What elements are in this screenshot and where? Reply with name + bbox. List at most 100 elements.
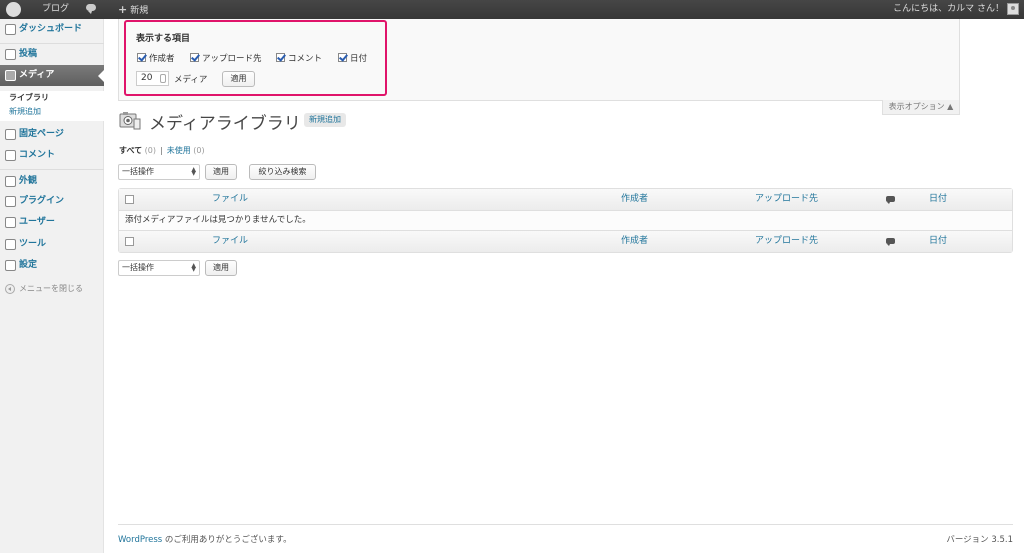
filter-all-link[interactable]: すべて — [119, 146, 142, 155]
select-arrows-icon: ▲ ▼ — [191, 166, 196, 177]
sidebar-item-users[interactable]: ユーザー — [0, 212, 104, 233]
sidebar-item-dashboard[interactable]: ダッシュボード — [0, 19, 104, 40]
sidebar-item-label: 投稿 — [19, 49, 38, 59]
column-toggle-date[interactable]: 日付 — [338, 52, 367, 64]
new-content-label: 新規 — [130, 6, 149, 16]
sidebar-item-label: 設定 — [19, 260, 38, 270]
checkbox-label: コメント — [288, 54, 323, 64]
collapse-menu-label: メニューを閉じる — [19, 284, 83, 293]
column-toggle-author[interactable]: 作成者 — [137, 52, 175, 64]
sidebar-item-plugins[interactable]: プラグイン — [0, 191, 104, 212]
checkbox[interactable] — [137, 53, 146, 62]
users-icon — [5, 217, 16, 228]
user-greeting[interactable]: こんにちは、カルマ さん！ — [893, 0, 1004, 19]
column-header-file[interactable]: ファイル — [212, 189, 248, 210]
column-header-author[interactable]: 作成者 — [621, 231, 648, 252]
appearance-icon — [5, 176, 16, 187]
media-library-icon — [119, 112, 141, 130]
bulk-action-value: 一括操作 — [122, 167, 154, 176]
checkbox[interactable] — [190, 53, 199, 62]
submenu-item-library[interactable]: ライブラリ — [0, 91, 104, 105]
sidebar-item-posts[interactable]: 投稿 — [0, 44, 104, 65]
select-arrows-icon: ▲ ▼ — [191, 262, 196, 273]
media-filter-links: すべて (0) | 未使用 (0) — [119, 146, 205, 155]
sidebar-item-media[interactable]: メディア — [0, 65, 105, 86]
sidebar-item-label: メディア — [19, 70, 55, 80]
select-all-checkbox[interactable] — [125, 195, 134, 204]
sidebar-item-label: ダッシュボード — [19, 24, 83, 34]
column-header-author[interactable]: 作成者 — [621, 189, 648, 210]
page-title: メディアライブラリ — [149, 114, 301, 134]
filter-all-count: (0) — [144, 146, 157, 155]
checkbox[interactable] — [338, 53, 347, 62]
tools-icon — [5, 239, 16, 250]
sidebar-item-label: コメント — [19, 150, 56, 160]
sidebar-item-appearance[interactable]: 外観 — [0, 171, 104, 192]
comment-column-icon[interactable] — [886, 196, 895, 204]
submenu-item-add-new[interactable]: 新規追加 — [0, 105, 104, 121]
bulk-apply-button-bottom[interactable]: 適用 — [205, 260, 237, 276]
bulk-action-select-top[interactable]: 一括操作 ▲ ▼ — [118, 164, 200, 180]
collapse-menu-button[interactable]: メニューを閉じる — [0, 282, 83, 296]
filter-search-button[interactable]: 絞り込み検索 — [249, 164, 316, 180]
media-table: ファイル 作成者 アップロード先 日付 添付メディアファイルは見つかりませんでし… — [118, 188, 1013, 253]
checkbox-label: 日付 — [350, 54, 368, 64]
settings-icon — [5, 260, 16, 271]
bulk-action-value: 一括操作 — [122, 263, 154, 272]
sidebar-item-label: プラグイン — [19, 196, 65, 206]
pages-icon — [5, 129, 16, 140]
admin-bar: W ブログ + 新規 こんにちは、カルマ さん！ — [0, 0, 1024, 19]
new-content-link[interactable]: + 新規 — [118, 0, 148, 19]
table-footer: ファイル 作成者 アップロード先 日付 — [119, 231, 1012, 252]
screen-options-toggle[interactable]: 表示オプション ▲ — [882, 100, 960, 115]
sidebar-item-label: 外観 — [19, 176, 38, 186]
sidebar-item-label: ツール — [19, 239, 47, 249]
sidebar-item-label: ユーザー — [19, 217, 55, 227]
avatar[interactable] — [1007, 3, 1019, 15]
bulk-apply-button-top[interactable]: 適用 — [205, 164, 237, 180]
dashboard-icon — [5, 24, 16, 35]
table-header: ファイル 作成者 アップロード先 日付 — [119, 189, 1012, 210]
sidebar-item-settings[interactable]: 設定 — [0, 255, 104, 276]
footer-thanks-text: のご利用ありがとうございます。 — [162, 535, 292, 545]
sidebar-item-label: 固定ページ — [19, 129, 64, 139]
plus-icon: + — [118, 3, 128, 16]
filter-unattached-count: (0) — [193, 146, 205, 155]
sidebar-item-tools[interactable]: ツール — [0, 234, 104, 255]
per-page-value: 20 — [141, 73, 153, 83]
bulk-action-select-bottom[interactable]: 一括操作 ▲ ▼ — [118, 260, 200, 276]
comments-bubble-icon[interactable] — [86, 0, 96, 19]
screen-options-apply-button[interactable]: 適用 — [222, 71, 255, 87]
posts-icon — [5, 49, 16, 60]
footer-version: バージョン 3.5.1 — [946, 535, 1013, 545]
column-header-uploaded-to[interactable]: アップロード先 — [755, 189, 818, 210]
column-toggle-comments[interactable]: コメント — [276, 52, 322, 64]
wordpress-link[interactable]: WordPress — [118, 535, 162, 545]
media-icon — [5, 70, 16, 81]
spinner-icon[interactable] — [160, 74, 166, 83]
column-header-file[interactable]: ファイル — [212, 231, 248, 252]
column-toggle-uploaded-to[interactable]: アップロード先 — [190, 52, 262, 64]
sidebar-item-comments[interactable]: コメント — [0, 145, 104, 166]
sidebar-item-pages[interactable]: 固定ページ — [0, 124, 104, 145]
footer-divider — [118, 524, 1013, 525]
select-all-checkbox[interactable] — [125, 237, 134, 246]
site-name-link[interactable]: ブログ — [42, 0, 69, 19]
add-new-button[interactable]: 新規追加 — [304, 113, 346, 127]
column-header-date[interactable]: 日付 — [929, 231, 947, 252]
per-page-input[interactable]: 20 — [136, 71, 169, 86]
column-header-uploaded-to[interactable]: アップロード先 — [755, 231, 818, 252]
empty-message-row: 添付メディアファイルは見つかりませんでした。 — [119, 210, 1012, 231]
filter-unattached-link[interactable]: 未使用 — [167, 146, 191, 155]
collapse-arrow-icon — [5, 284, 15, 294]
checkbox[interactable] — [276, 53, 285, 62]
screen-options-title: 表示する項目 — [136, 34, 191, 44]
menu-separator — [0, 169, 104, 170]
comments-icon — [5, 150, 16, 161]
footer-thanks: WordPress のご利用ありがとうございます。 — [118, 533, 292, 545]
per-page-label: メディア — [174, 75, 208, 85]
wordpress-logo-icon[interactable]: W — [6, 2, 21, 17]
plugins-icon — [5, 196, 16, 207]
comment-column-icon[interactable] — [886, 238, 895, 246]
column-header-date[interactable]: 日付 — [929, 189, 947, 210]
